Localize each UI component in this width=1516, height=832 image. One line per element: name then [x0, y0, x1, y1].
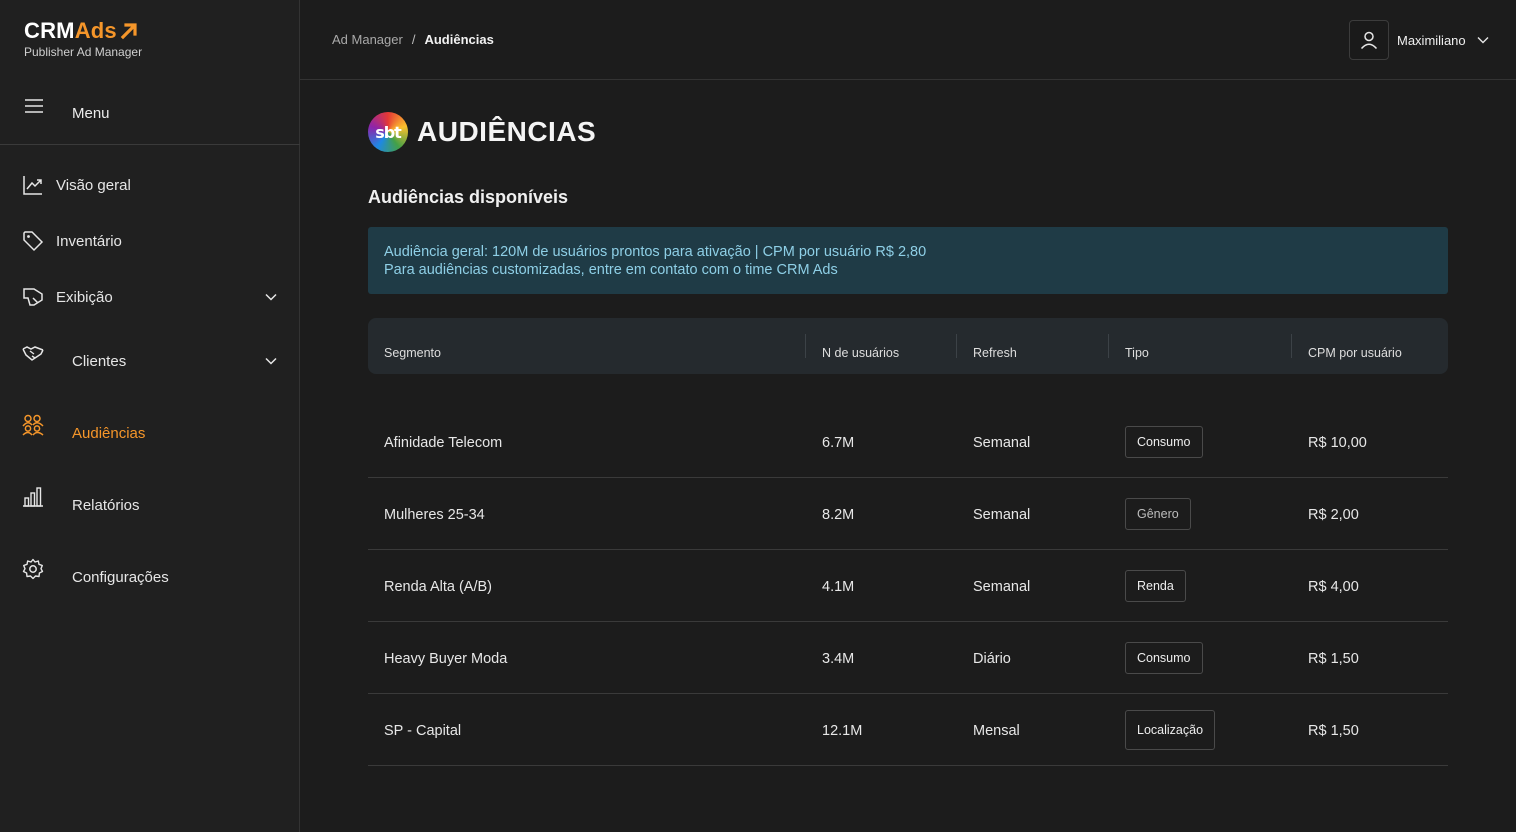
sidebar-item-relatorios[interactable]: Relatórios: [0, 486, 300, 526]
type-badge: Renda: [1125, 570, 1186, 602]
cell-users: 6.7M: [822, 435, 855, 451]
cell-users: 4.1M: [822, 579, 855, 595]
brand-name-accent: Ads: [74, 18, 117, 43]
megaphone-icon: [23, 288, 43, 306]
page-title: AUDIÊNCIAS: [417, 116, 597, 147]
cell-refresh: Semanal: [973, 435, 1031, 451]
column-divider: [1108, 334, 1109, 358]
sidebar-item-label: Audiências: [72, 425, 146, 442]
column-header-segmento[interactable]: Segmento: [384, 346, 441, 360]
sidebar-divider: [0, 144, 300, 145]
arrow-up-right-icon: [120, 23, 137, 40]
breadcrumb-separator: /: [411, 32, 416, 47]
breadcrumb: Ad Manager / Audiências: [332, 32, 494, 47]
cell-segment: Afinidade Telecom: [384, 435, 503, 451]
chart-line-icon: [23, 176, 42, 195]
topbar: Ad Manager / Audiências Maximiliano: [300, 0, 1516, 80]
cell-refresh: Diário: [973, 651, 1011, 667]
menu-label: Menu: [72, 105, 110, 122]
sidebar-item-label: Exibição: [56, 289, 113, 306]
user-menu-button[interactable]: Maximiliano: [1349, 20, 1490, 60]
sidebar-item-configuracoes[interactable]: Configurações: [0, 558, 300, 598]
sidebar-item-label: Configurações: [72, 569, 169, 586]
cell-segment: Heavy Buyer Moda: [384, 651, 508, 667]
sidebar: CRM Ads Publisher Ad Manager Menu Visão g…: [0, 0, 300, 832]
cell-segment: Mulheres 25-34: [384, 507, 485, 523]
users-group-icon: [22, 414, 44, 436]
sidebar-item-visao-geral[interactable]: Visão geral: [0, 166, 300, 206]
cell-segment: Renda Alta (A/B): [384, 579, 492, 595]
type-badge: Consumo: [1125, 426, 1203, 458]
column-header-refresh[interactable]: Refresh: [973, 346, 1017, 360]
sidebar-item-inventario[interactable]: Inventário: [0, 222, 300, 262]
column-header-cpm[interactable]: CPM por usuário: [1308, 346, 1402, 360]
cell-refresh: Mensal: [973, 723, 1020, 739]
tag-icon: [23, 231, 44, 252]
cell-refresh: Semanal: [973, 579, 1031, 595]
hamburger-icon: [25, 99, 43, 113]
cell-cpm: R$ 4,00: [1308, 579, 1359, 595]
gear-icon: [22, 558, 44, 580]
sbt-logo: sbt: [368, 112, 408, 152]
column-divider: [1291, 334, 1292, 358]
user-icon: [1360, 31, 1378, 50]
sidebar-item-audiencias[interactable]: Audiências: [0, 414, 300, 454]
column-header-tipo[interactable]: Tipo: [1125, 346, 1149, 360]
section-title: Audiências disponíveis: [368, 187, 569, 207]
breadcrumb-current: Audiências: [424, 32, 494, 47]
chevron-down-icon: [265, 293, 277, 301]
type-badge: Consumo: [1125, 642, 1203, 674]
chevron-down-icon: [265, 357, 277, 365]
table-row[interactable]: Mulheres 25-34 8.2M Semanal Gênero R$ 2,…: [368, 478, 1448, 550]
sbt-logo-text: sbt: [375, 122, 402, 142]
table-row[interactable]: Heavy Buyer Moda 3.4M Diário Consumo R$ …: [368, 622, 1448, 694]
bar-chart-icon: [23, 487, 43, 507]
avatar: [1349, 20, 1389, 60]
brand-name: CRM Ads: [24, 18, 142, 44]
sidebar-item-label: Visão geral: [56, 177, 131, 194]
sidebar-item-label: Inventário: [56, 233, 122, 250]
sidebar-item-clientes[interactable]: Clientes: [0, 342, 300, 382]
cell-refresh: Semanal: [973, 507, 1031, 523]
table-row[interactable]: SP - Capital 12.1M Mensal Localização R$…: [368, 694, 1448, 766]
menu-toggle-button[interactable]: Menu: [22, 96, 282, 132]
sidebar-item-label: Clientes: [72, 353, 127, 370]
sidebar-item-exibicao[interactable]: Exibição: [0, 278, 300, 318]
info-line-2: Para audiências customizadas, entre em c…: [384, 262, 838, 278]
info-line-1: Audiência geral: 120M de usuários pronto…: [384, 244, 927, 260]
brand-logo[interactable]: CRM Ads Publisher Ad Manager: [24, 18, 142, 59]
type-badge: Gênero: [1125, 498, 1191, 530]
type-badge: Localização: [1125, 710, 1216, 750]
table-header: Segmento N de usuários Refresh Tipo CPM …: [368, 318, 1448, 374]
cell-users: 3.4M: [822, 651, 855, 667]
column-divider: [956, 334, 957, 358]
handshake-icon: [22, 346, 44, 361]
column-header-usuarios[interactable]: N de usuários: [822, 346, 899, 360]
breadcrumb-parent-link[interactable]: Ad Manager: [332, 32, 403, 47]
cell-cpm: R$ 1,50: [1308, 723, 1359, 739]
table-row[interactable]: Afinidade Telecom 6.7M Semanal Consumo R…: [368, 406, 1448, 478]
cell-cpm: R$ 2,00: [1308, 507, 1359, 523]
brand-name-main: CRM: [24, 18, 75, 43]
column-divider: [805, 334, 806, 358]
cell-users: 8.2M: [822, 507, 855, 523]
user-name: Maximiliano: [1397, 32, 1466, 48]
chevron-down-icon: [1477, 37, 1489, 44]
cell-segment: SP - Capital: [384, 723, 462, 739]
table-row[interactable]: Renda Alta (A/B) 4.1M Semanal Renda R$ 4…: [368, 550, 1448, 622]
brand-subtitle: Publisher Ad Manager: [24, 45, 143, 59]
cell-cpm: R$ 1,50: [1308, 651, 1359, 667]
info-banner: Audiência geral: 120M de usuários pronto…: [368, 227, 1448, 294]
cell-cpm: R$ 10,00: [1308, 435, 1367, 451]
cell-users: 12.1M: [822, 723, 863, 739]
page-header: sbt AUDIÊNCIAS: [368, 112, 596, 152]
sidebar-item-label: Relatórios: [72, 497, 140, 514]
